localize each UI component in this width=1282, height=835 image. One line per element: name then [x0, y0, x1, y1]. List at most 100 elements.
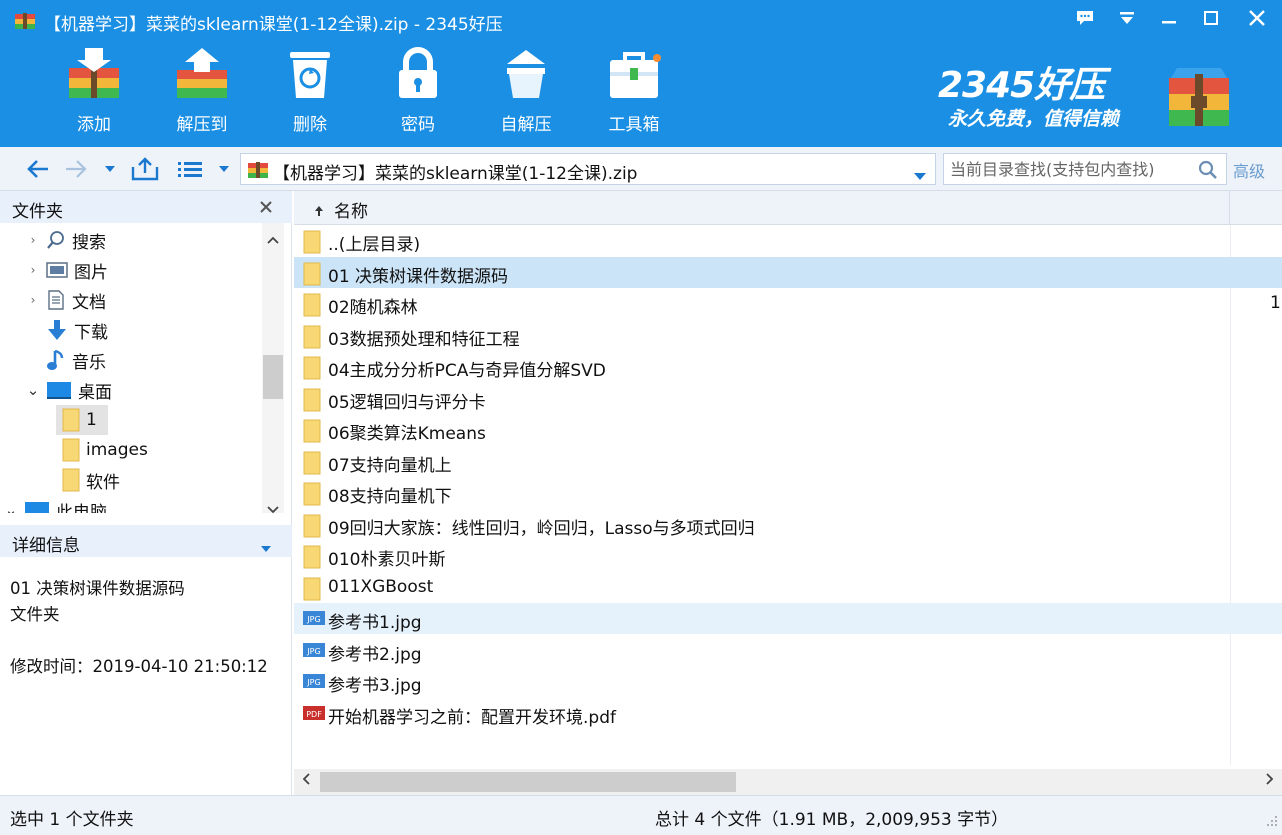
dropdown-caret-icon	[105, 166, 115, 172]
file-row[interactable]: 09回归大家族：线性回归，岭回归，Lasso与多项式回归	[294, 509, 1282, 540]
tree-item-documents[interactable]: › 文档	[26, 285, 106, 315]
tree-item-downloads[interactable]: 下载	[26, 315, 108, 345]
selection-status: 选中 1 个文件夹	[10, 810, 134, 830]
file-row[interactable]: 08支持向量机下	[294, 477, 1282, 508]
column-name-header[interactable]: 名称	[294, 191, 1230, 225]
delete-button[interactable]: 删除	[256, 44, 364, 142]
close-icon	[260, 201, 272, 213]
chevron-right-icon[interactable]: ›	[26, 263, 40, 277]
dropdown-caret-icon[interactable]	[913, 166, 927, 185]
tree-label: 搜索	[72, 232, 106, 253]
svg-text:PDF: PDF	[306, 710, 322, 719]
scroll-up-icon[interactable]	[267, 229, 279, 248]
folder-icon	[302, 325, 322, 353]
close-button[interactable]	[1238, 4, 1276, 32]
svg-text:JPG: JPG	[306, 678, 320, 687]
folder-icon	[302, 230, 322, 258]
extract-to-button[interactable]: 解压到	[148, 44, 256, 142]
view-mode-dropdown[interactable]	[214, 156, 234, 182]
file-row[interactable]: 01 决策树课件数据源码	[294, 256, 1282, 288]
password-button[interactable]: 密码	[364, 44, 472, 142]
jpg-file-icon: JPG	[302, 640, 326, 664]
menu-button[interactable]	[1108, 4, 1146, 32]
folder-icon	[302, 388, 322, 416]
self-extract-button[interactable]: 自解压	[472, 44, 580, 142]
tree-item-this-pc[interactable]: ⌄ 此电脑	[4, 495, 107, 513]
file-name: 开始机器学习之前：配置开发环境.pdf	[328, 707, 616, 728]
advanced-search-link[interactable]: 高级	[1233, 158, 1265, 182]
file-row[interactable]: PDF 开始机器学习之前：配置开发环境.pdf	[294, 698, 1282, 729]
minimize-button[interactable]	[1150, 4, 1188, 32]
file-row[interactable]: JPG 参考书3.jpg	[294, 666, 1282, 697]
chevron-right-icon[interactable]: ›	[26, 293, 40, 307]
close-panel-button[interactable]	[258, 199, 274, 219]
tree-item-desktop[interactable]: ⌄ 桌面	[26, 375, 112, 405]
search-icon[interactable]	[1198, 160, 1218, 184]
sort-ascending-icon	[314, 202, 324, 221]
chevron-right-icon[interactable]: ›	[26, 233, 40, 247]
tree-item-software[interactable]: 软件	[56, 465, 120, 495]
view-mode-button[interactable]	[174, 156, 206, 182]
search-input[interactable]	[950, 158, 1190, 180]
file-row[interactable]: JPG 参考书2.jpg	[294, 635, 1282, 666]
scroll-down-icon[interactable]	[267, 499, 279, 518]
tree-item-search[interactable]: › 搜索	[26, 225, 106, 255]
chevron-down-icon[interactable]: ⌄	[4, 501, 18, 513]
self-extract-label: 自解压	[500, 115, 552, 135]
file-row[interactable]: 04主成分分析PCA与奇异值分解SVD	[294, 351, 1282, 382]
folder-icon	[302, 451, 322, 479]
tree-item-pictures[interactable]: › 图片	[26, 255, 108, 285]
close-icon	[1249, 10, 1265, 26]
details-header[interactable]: 详细信息	[0, 525, 292, 557]
window-title: 【机器学习】菜菜的sklearn课堂(1-12全课).zip - 2345好压	[44, 15, 503, 35]
file-row[interactable]: 010朴素贝叶斯	[294, 540, 1282, 571]
scrollbar-thumb[interactable]	[263, 355, 283, 399]
tree-label: 软件	[86, 472, 120, 493]
file-row-parent[interactable]: ..(上层目录)	[294, 225, 1282, 256]
file-name: ..(上层目录)	[328, 235, 421, 255]
computer-icon	[24, 500, 50, 513]
feedback-button[interactable]	[1066, 4, 1104, 32]
tree-item-music[interactable]: 音乐	[26, 345, 106, 375]
chevron-down-icon[interactable]: ⌄	[26, 381, 40, 399]
folder-icon	[62, 438, 80, 462]
back-button[interactable]	[24, 156, 52, 182]
tree-label: 音乐	[72, 352, 106, 373]
brand-area: 2345好压 永久免费，值得信赖	[938, 56, 1248, 136]
scrollbar-thumb[interactable]	[320, 772, 736, 792]
tree-item-folder-1[interactable]: 1	[56, 405, 108, 435]
details-title: 详细信息	[12, 536, 80, 556]
tree-item-images[interactable]: images	[56, 435, 148, 465]
status-bar: 选中 1 个文件夹 总计 4 个文件（1.91 MB，2,009,953 字节）	[0, 795, 1282, 835]
file-row[interactable]: 05逻辑回归与评分卡	[294, 383, 1282, 414]
file-row[interactable]: 06聚类算法Kmeans	[294, 414, 1282, 445]
file-name: 07支持向量机上	[328, 455, 452, 476]
forward-button[interactable]	[62, 156, 90, 182]
file-row[interactable]: 02随机森林 1	[294, 288, 1282, 319]
brand-name: 2345好压	[938, 65, 1105, 106]
maximize-button[interactable]	[1192, 4, 1230, 32]
resize-grip-icon[interactable]	[1266, 812, 1278, 831]
file-row[interactable]: 03数据预处理和特征工程	[294, 320, 1282, 351]
add-button[interactable]: 添加	[40, 44, 148, 142]
file-name: 09回归大家族：线性回归，岭回归，Lasso与多项式回归	[328, 518, 755, 539]
tree-scrollbar[interactable]	[262, 223, 284, 514]
header: 【机器学习】菜菜的sklearn课堂(1-12全课).zip - 2345好压	[0, 0, 1282, 147]
path-combobox[interactable]: 【机器学习】菜菜的sklearn课堂(1-12全课).zip	[240, 153, 936, 185]
scroll-right-icon[interactable]	[1266, 773, 1274, 789]
file-row[interactable]: 07支持向量机上	[294, 446, 1282, 477]
file-row[interactable]: JPG 参考书1.jpg	[294, 603, 1282, 634]
chevron-down-icon[interactable]	[260, 538, 272, 557]
file-row[interactable]: 011XGBoost	[294, 572, 1282, 603]
toolbox-button[interactable]: 工具箱	[580, 44, 688, 142]
svg-text:JPG: JPG	[306, 647, 320, 656]
add-archive-icon	[62, 44, 126, 104]
history-dropdown[interactable]	[100, 156, 120, 182]
up-level-button[interactable]	[128, 156, 162, 182]
horizontal-scrollbar[interactable]	[294, 769, 1282, 795]
brand-logo-icon	[1163, 60, 1235, 134]
extract-to-icon	[170, 44, 234, 104]
folder-icon	[62, 468, 80, 492]
file-name: 08支持向量机下	[328, 487, 452, 507]
scroll-left-icon[interactable]	[302, 773, 310, 789]
